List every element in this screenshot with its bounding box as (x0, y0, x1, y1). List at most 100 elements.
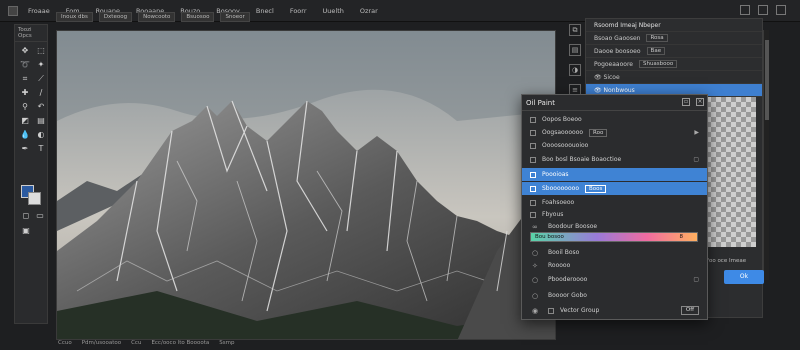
crop-icon[interactable]: ⌗ (18, 73, 32, 85)
minimize-icon[interactable] (740, 5, 750, 15)
dialog-row[interactable]: Boo bosl Bsoaie Boaoctioe ▢ (522, 153, 707, 166)
dialog-row-selected[interactable]: Sboooooooo Boos (522, 182, 707, 195)
dialog-row[interactable]: ○ Booil Boso (522, 246, 707, 259)
panel-row-chip[interactable]: Rosa (646, 34, 668, 42)
eyedropper-icon[interactable]: ⟋ (34, 73, 48, 85)
brush-icon[interactable]: ∕ (34, 87, 48, 99)
mountain-photo (57, 31, 555, 339)
close-icon[interactable] (776, 5, 786, 15)
checkbox[interactable] (530, 211, 536, 218)
ok-button[interactable]: Ok (724, 270, 764, 284)
off-button[interactable]: Off (680, 306, 699, 315)
panel-row[interactable]: Bsoao Gaoosen Rosa (586, 32, 762, 45)
dialog-row[interactable]: Oogsaoooooo Roo ▶ (522, 126, 707, 139)
quick-mask-icon[interactable]: ◻ (19, 210, 33, 222)
status-item: Ccuo (58, 340, 72, 346)
square-icon[interactable]: ▢ (693, 276, 699, 283)
healing-icon[interactable]: ✚ (18, 87, 32, 99)
status-item: Ssmp (219, 340, 235, 346)
dialog-row-chip[interactable]: Roo (589, 128, 608, 137)
dialog-row-label: Oooosooouoioo (542, 142, 589, 149)
circle-icon: ○ (532, 275, 539, 284)
checkbox[interactable] (530, 142, 536, 149)
marquee-icon[interactable]: ⬚ (34, 45, 48, 57)
dialog-row-selected[interactable]: Poooioas (522, 168, 707, 181)
eye-icon[interactable]: ◉ (532, 307, 540, 315)
background-color-swatch[interactable] (28, 192, 41, 205)
panel-row[interactable]: Pogoeaaoore Shuasbooo (586, 58, 762, 71)
dialog-row-label: Boodour Boosoe (548, 223, 598, 230)
adjustments-panel-icon[interactable]: ◑ (569, 64, 581, 76)
checkbox[interactable] (530, 185, 536, 192)
checkbox[interactable] (530, 129, 536, 136)
dialog-close-icon[interactable]: × (696, 98, 704, 106)
type-icon[interactable]: T (34, 143, 48, 155)
app-icon[interactable] (8, 5, 18, 16)
panel-row-label: Bsoao Gaoosen (594, 34, 641, 42)
gradient-label: Bou bosoo (535, 234, 564, 240)
screen-mode-icon[interactable]: ▭ (33, 210, 47, 222)
oil-paint-dialog: Oil Paint ▫ × Oopos Boeoo Oogsaoooooo Ro… (521, 94, 708, 320)
gradient-icon[interactable]: ▤ (34, 115, 48, 127)
stamp-icon[interactable]: ⚲ (18, 101, 32, 113)
dialog-row-label: Boooor Gobo (548, 292, 587, 299)
dodge-icon[interactable]: ◐ (34, 129, 48, 141)
frame-icon[interactable]: ▣ (19, 225, 33, 237)
chevron-right-icon[interactable]: ▶ (694, 129, 699, 136)
magic-wand-icon[interactable]: ✦ (34, 59, 48, 71)
panel-row-chip[interactable]: Bae (646, 47, 666, 55)
pen-icon[interactable]: ✒ (18, 143, 32, 155)
panel-row[interactable]: Daooe boosoeo Bae (586, 45, 762, 58)
panel-title: Rsoomd Imeaj Nbeper (586, 19, 762, 32)
lasso-icon[interactable]: ➰ (18, 59, 32, 71)
option-control[interactable]: Dxteoog (98, 12, 133, 22)
history-brush-icon[interactable]: ↶ (34, 101, 48, 113)
dialog-row-label: Fbyous (542, 211, 564, 218)
dialog-minimize-icon[interactable]: ▫ (682, 98, 690, 106)
dialog-row-label: Oopos Boeoo (542, 116, 582, 123)
dialog-row-label: Vector Group (560, 307, 600, 314)
option-control[interactable]: Inoux dbs (56, 12, 93, 22)
panel-footer-label: Foo oce Imeae (706, 258, 747, 264)
dialog-row[interactable]: ○ Pbooderoooo ▢ (522, 273, 707, 286)
option-control[interactable]: Bsuosoo (181, 12, 215, 22)
dialog-row-label: Pbooderoooo (548, 276, 588, 283)
option-control[interactable]: Nowcooto (138, 12, 176, 22)
menu-item[interactable]: Froaae (28, 7, 50, 15)
document-canvas[interactable] (56, 30, 556, 340)
dialog-row-label: Sboooooooo (542, 185, 579, 192)
panel-row-chip[interactable]: Shuasbooo (638, 60, 678, 68)
eraser-icon[interactable]: ◩ (18, 115, 32, 127)
dialog-row-chip[interactable]: Boos (584, 184, 607, 193)
checkbox[interactable] (530, 116, 536, 123)
gradient-end-value: 8 (679, 234, 684, 240)
dialog-row[interactable]: ✧ Rooooo (522, 259, 707, 272)
dialog-row[interactable]: Oooosooouoioo (522, 139, 707, 152)
panel-icon-strip: ⧉ ▤ ◑ ≡ (567, 24, 583, 104)
circle-icon: ○ (532, 248, 539, 257)
checkbox[interactable] (530, 199, 536, 206)
option-control[interactable]: Snoeor (220, 12, 250, 22)
panel-scrollbar[interactable] (763, 30, 769, 280)
dialog-row[interactable]: Oopos Boeoo (522, 113, 707, 126)
visibility-icon[interactable]: 👁 (594, 87, 604, 94)
scrollbar-thumb[interactable] (765, 40, 769, 120)
visibility-icon[interactable]: 👁 (594, 74, 604, 81)
dialog-row[interactable]: ◉ Vector Group Off (522, 304, 707, 317)
layer-row[interactable]: 👁 Sicoe (586, 71, 762, 84)
dialog-row-label: Rooooo (548, 262, 571, 269)
checkbox[interactable] (530, 156, 536, 163)
square-icon[interactable]: ▢ (693, 156, 699, 163)
panel-row-label: Sicoe (603, 73, 620, 81)
layers-panel-icon[interactable]: ▤ (569, 44, 581, 56)
dialog-row[interactable]: ○ Boooor Gobo (522, 289, 707, 302)
vector-group-thumb (548, 307, 554, 314)
blur-icon[interactable]: 💧 (18, 129, 32, 141)
history-panel-icon[interactable]: ⧉ (569, 24, 581, 36)
checkbox[interactable] (530, 171, 536, 178)
status-item: Ecc/ooco lto Boooota (151, 340, 210, 346)
dialog-title-bar: Oil Paint ▫ × (522, 95, 707, 111)
move-icon[interactable]: ✥ (18, 45, 32, 57)
maximize-icon[interactable] (758, 5, 768, 15)
gradient-slider[interactable]: Bou bosoo 8 (530, 232, 698, 242)
